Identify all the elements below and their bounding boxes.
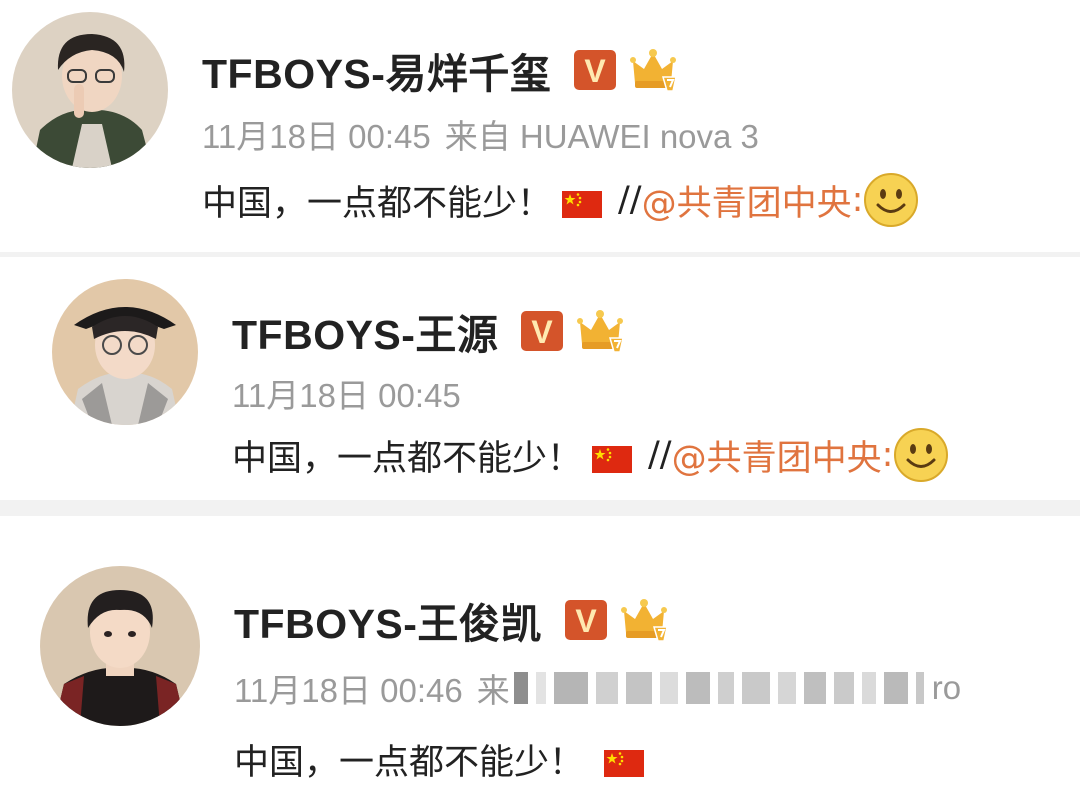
username[interactable]: TFBOYS-王源 (232, 301, 498, 361)
crown-icon (620, 597, 670, 643)
post-text: 中国，一点都不能少！ (202, 183, 553, 224)
svg-text:V: V (585, 53, 607, 89)
avatar[interactable] (52, 279, 198, 425)
avatar[interactable] (40, 566, 200, 726)
verified-v-icon: V (573, 49, 617, 91)
post-time: 11月18日 00:46 (234, 672, 463, 709)
weibo-post[interactable]: TFBOYS-王俊凯 V 11月18日 00:46 来 ro 中国，一点都不能少… (0, 516, 1080, 802)
repost-slash: // (648, 435, 672, 475)
china-flag-icon (604, 746, 645, 777)
mention-link[interactable]: @共青团中央 (642, 175, 852, 226)
china-flag-icon (592, 442, 633, 473)
post-source-suffix: ro (931, 669, 962, 706)
mention-link[interactable]: @共青团中央 (672, 430, 882, 481)
smile-emoji-icon (863, 172, 919, 228)
post-text: 中国，一点都不能少！ (234, 743, 585, 783)
smile-emoji-icon (893, 427, 949, 483)
post-source-prefix: 来 (476, 672, 510, 709)
verified-v-icon: V (564, 599, 608, 641)
pixelated-source (513, 670, 932, 706)
username[interactable]: TFBOYS-易烊千玺 (202, 40, 551, 100)
crown-icon (576, 308, 626, 354)
post-time: 11月18日 00:45 (232, 377, 461, 414)
weibo-post[interactable]: TFBOYS-易烊千玺 V 11月18日 00:45 来自 HUAWEI nov… (0, 0, 1080, 252)
avatar[interactable] (12, 12, 168, 168)
username[interactable]: TFBOYS-王俊凯 (234, 590, 542, 650)
verified-v-icon: V (520, 310, 564, 352)
mention-colon: : (881, 435, 894, 475)
post-separator (0, 500, 1080, 516)
repost-slash: // (618, 180, 642, 220)
svg-text:V: V (532, 314, 554, 350)
post-time: 11月18日 00:45 (202, 118, 431, 155)
post-source[interactable]: 来自 HUAWEI nova 3 (445, 110, 759, 158)
crown-icon (629, 47, 679, 93)
post-text: 中国，一点都不能少！ (232, 438, 583, 479)
svg-text:V: V (575, 603, 597, 639)
china-flag-icon (562, 187, 603, 218)
mention-colon: : (851, 180, 864, 220)
weibo-post[interactable]: TFBOYS-王源 V 11月18日 00:45 中国，一点都不能少！ // @… (0, 257, 1080, 500)
